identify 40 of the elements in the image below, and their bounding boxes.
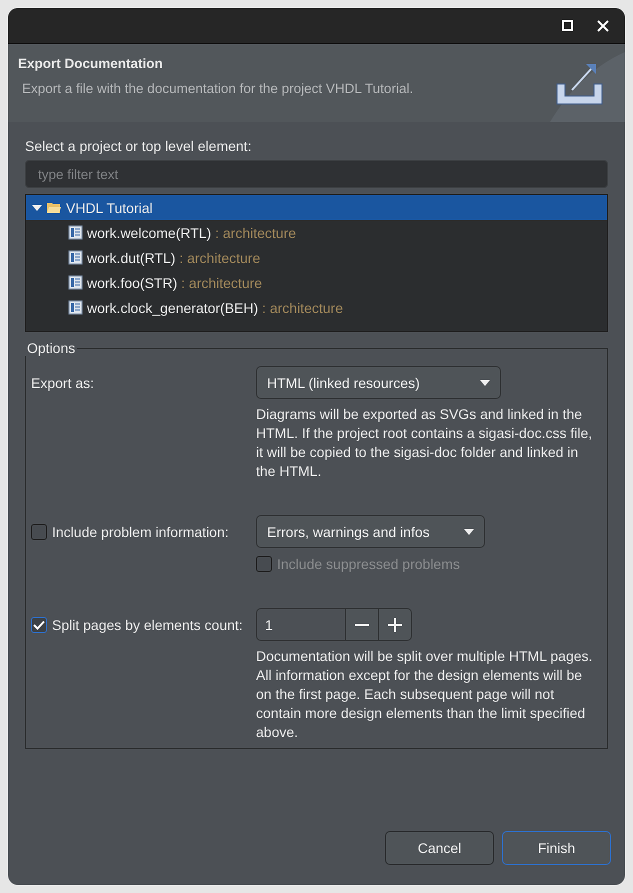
close-icon (597, 20, 609, 32)
tree-item[interactable]: work.welcome(RTL) : architecture (26, 220, 607, 245)
plus-icon (388, 618, 402, 632)
tree-item[interactable]: work.clock_generator(BEH) : architecture (26, 295, 607, 320)
export-icon (550, 52, 625, 122)
problem-checkbox-row[interactable]: Include problem information: (31, 515, 256, 548)
filter-field[interactable]: type filter text (25, 160, 608, 188)
dialog-title: Export Documentation (18, 56, 164, 71)
architecture-icon (68, 225, 83, 240)
decrement-button[interactable] (346, 608, 379, 641)
export-format-dropdown[interactable]: HTML (linked resources) (256, 366, 501, 399)
maximize-icon (562, 20, 572, 31)
split-checkbox-row[interactable]: Split pages by elements count: (31, 608, 256, 641)
split-help-text: Documentation will be split over multiple HTML pages. All information except for the design elements will be on the first page. Each subsequent page will not contain more design elements than the limit specified above. (256, 647, 594, 742)
increment-button[interactable] (379, 608, 412, 641)
architecture-icon (68, 275, 83, 290)
dialog-button[interactable]: Cancel (385, 831, 494, 865)
minus-icon (355, 624, 369, 626)
dialog-button[interactable]: Finish (502, 831, 611, 865)
export-help-text: Diagrams will be exported as SVGs and linked in the HTML. If the project root contains a sigasi-doc.css file, it will be copied to the sigasi-doc folder and linked in the HTML. (256, 405, 594, 481)
caret-icon (480, 380, 490, 386)
tree-item[interactable]: work.dut(RTL) : architecture (26, 245, 607, 270)
folder-icon (46, 201, 62, 214)
architecture-icon (68, 300, 83, 315)
selection-label: Select a project or top level element: (25, 138, 252, 154)
tree-item[interactable]: work.foo(STR) : architecture (26, 270, 607, 295)
options-legend: Options (25, 340, 78, 356)
checkbox-label: Include suppressed problems (277, 556, 460, 572)
export-as-label: Export as: (31, 374, 96, 393)
tree-item[interactable]: VHDL Tutorial (26, 195, 607, 220)
checkbox-label: Split pages by elements count: (52, 616, 243, 632)
caret-icon (464, 528, 474, 534)
problem-level-dropdown[interactable]: Errors, warnings and infos (256, 515, 485, 548)
checkbox-label: Include problem information: (52, 524, 229, 540)
checkbox[interactable] (31, 616, 47, 632)
count-field[interactable]: 1 (256, 608, 346, 641)
expand-icon[interactable] (32, 202, 42, 212)
architecture-icon (68, 250, 83, 265)
dialog-description: Export a file with the documentation for the project VHDL Tutorial. (21, 81, 414, 96)
checkbox[interactable] (31, 524, 47, 540)
